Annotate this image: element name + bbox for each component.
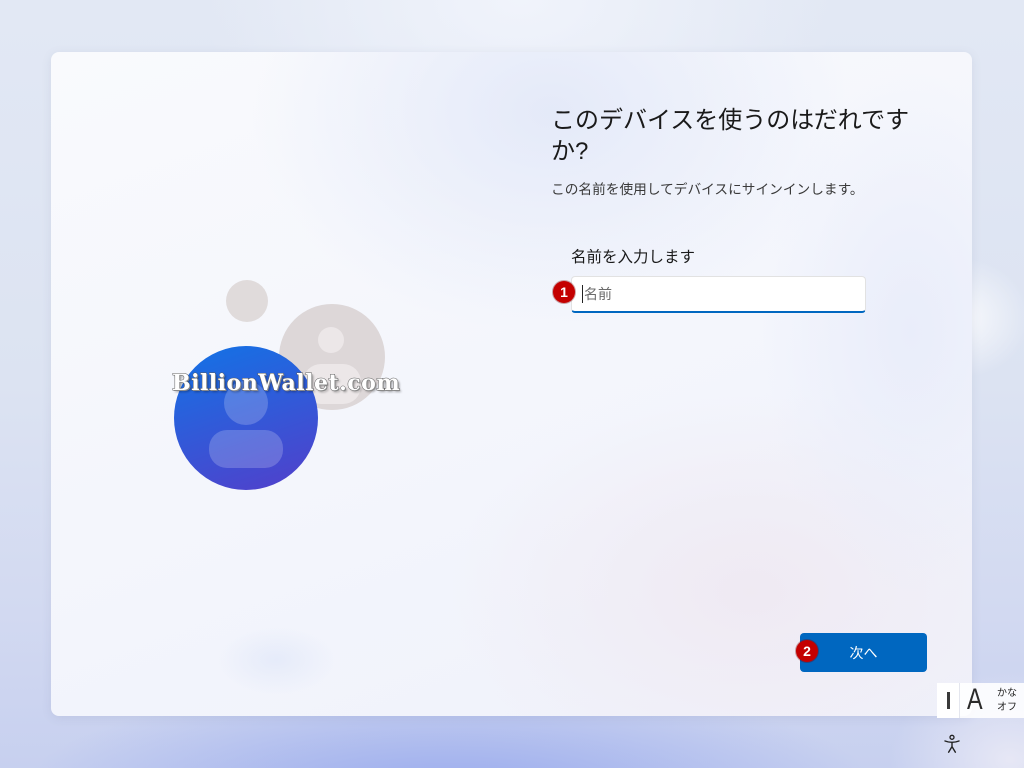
ime-mode-label[interactable]: A bbox=[967, 684, 983, 716]
watermark: BillionWallet.com bbox=[171, 370, 401, 397]
ime-kana-label: かな bbox=[997, 688, 1017, 699]
step-marker-2: 2 bbox=[796, 640, 818, 662]
ime-indicator[interactable]: A かな オフ bbox=[937, 683, 1024, 718]
setup-card: BillionWallet.com このデバイスを使うのはだれですか? この名前… bbox=[51, 52, 972, 716]
name-input[interactable] bbox=[571, 276, 866, 313]
accessibility-button[interactable] bbox=[942, 734, 962, 754]
next-button[interactable]: 次へ bbox=[800, 633, 927, 672]
page-title: このデバイスを使うのはだれですか? bbox=[551, 107, 910, 165]
ime-kana-state: オフ bbox=[997, 702, 1017, 713]
small-bubble-icon bbox=[226, 280, 268, 322]
ime-bar-icon bbox=[947, 692, 950, 709]
page-subtitle: この名前を使用してデバイスにサインインします。 bbox=[551, 182, 864, 197]
name-field-label: 名前を入力します bbox=[571, 249, 696, 266]
ime-kana-status[interactable]: かな オフ bbox=[997, 687, 1021, 715]
step-marker-1: 1 bbox=[553, 281, 575, 303]
accessibility-icon bbox=[944, 734, 960, 753]
ime-bar-cell[interactable] bbox=[937, 683, 960, 718]
primary-user-icon bbox=[174, 346, 318, 490]
text-caret bbox=[582, 285, 583, 303]
